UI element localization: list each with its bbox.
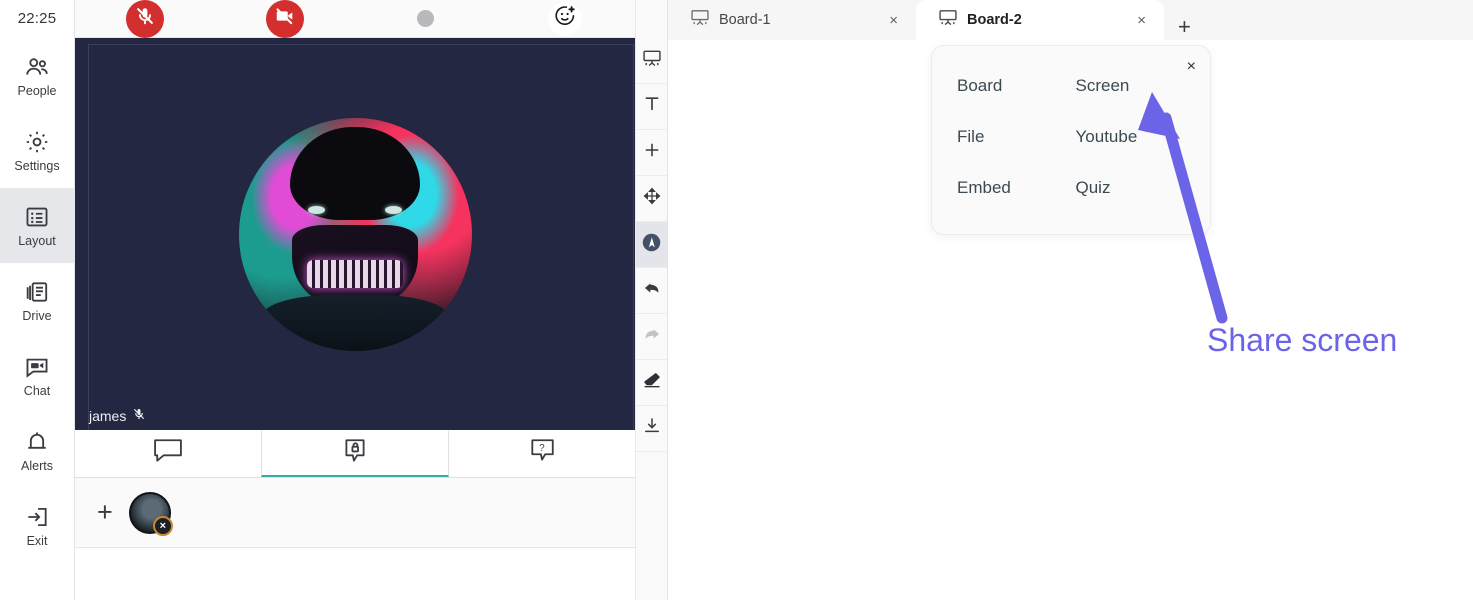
drive-icon <box>24 279 50 305</box>
download-tool[interactable] <box>636 406 667 452</box>
participants-bar: + × <box>75 478 635 548</box>
insert-content-popup: × Board Screen File Youtube Embed Quiz <box>931 45 1211 235</box>
layout-icon <box>24 204 50 230</box>
participant-name-tag: james <box>89 407 146 424</box>
pointer-tool[interactable] <box>636 222 667 268</box>
sidebar-label-drive: Drive <box>22 308 52 323</box>
call-controls-toolbar <box>75 0 635 38</box>
eraser-icon <box>642 370 662 395</box>
board-tab-bar: Board-1 × Board-2 × + <box>668 0 1473 40</box>
people-icon <box>24 54 50 80</box>
private-chat-tab[interactable] <box>261 430 449 477</box>
sidebar-item-settings[interactable]: Settings <box>0 113 75 188</box>
camera-toggle-button[interactable] <box>266 0 304 38</box>
board-tab-2-label: Board-2 <box>967 12 1022 28</box>
sidebar-label-chat: Chat <box>23 383 51 398</box>
gear-icon <box>24 129 50 155</box>
sidebar-label-exit: Exit <box>26 533 48 548</box>
insert-option-youtube[interactable]: Youtube <box>1076 127 1195 147</box>
sidebar-item-drive[interactable]: Drive <box>0 263 75 338</box>
board-tab-1-close-icon[interactable]: × <box>885 12 902 29</box>
video-stage: james <box>75 38 635 430</box>
sidebar-item-alerts[interactable]: Alerts <box>0 413 75 488</box>
text-tool[interactable] <box>636 84 667 130</box>
whiteboard-icon <box>642 49 662 72</box>
add-tool[interactable] <box>636 130 667 176</box>
download-icon <box>642 416 662 441</box>
move-arrows-icon <box>642 186 662 211</box>
sidebar-item-people[interactable]: People <box>0 38 75 113</box>
insert-option-file[interactable]: File <box>957 127 1076 147</box>
insert-option-board[interactable]: Board <box>957 76 1076 96</box>
text-t-icon <box>642 94 662 119</box>
board-tab-1-label: Board-1 <box>719 12 771 28</box>
mic-slot <box>75 0 215 38</box>
chat-bubble-icon <box>151 437 185 470</box>
left-sidebar: 22:25 People Settings Layout Drive Chat … <box>0 0 75 600</box>
board-tab-2[interactable]: Board-2 × <box>916 0 1164 40</box>
video-column-filler <box>75 548 635 600</box>
share-screen-annotation-label: Share screen <box>1207 322 1398 358</box>
sidebar-label-people: People <box>17 83 57 98</box>
whiteboard-tool[interactable] <box>636 38 667 84</box>
video-column: james ? + × <box>75 0 635 600</box>
camera-slot <box>215 0 355 38</box>
exit-icon <box>24 504 50 530</box>
add-board-tab-button[interactable]: + <box>1164 14 1205 40</box>
help-chat-tab[interactable]: ? <box>449 430 635 477</box>
chat-icon <box>24 354 50 380</box>
sidebar-label-alerts: Alerts <box>21 458 53 473</box>
camera-off-icon <box>274 5 296 32</box>
mic-off-icon <box>132 407 146 424</box>
record-dot-icon[interactable] <box>416 10 434 27</box>
chat-tab-strip: ? <box>75 430 635 478</box>
board-area: Board-1 × Board-2 × + × Board Screen Fil… <box>668 0 1473 600</box>
record-slot <box>355 10 495 27</box>
sidebar-label-layout: Layout <box>18 233 56 248</box>
emoji-add-icon <box>553 4 577 33</box>
reaction-slot <box>495 1 635 36</box>
cursor-icon <box>641 232 662 258</box>
board-tool-column <box>635 0 668 600</box>
board-tab-1[interactable]: Board-1 × <box>668 0 916 40</box>
insert-option-quiz[interactable]: Quiz <box>1076 178 1195 198</box>
participant-avatar[interactable]: × <box>128 491 173 536</box>
close-icon[interactable]: × <box>1187 59 1196 75</box>
eraser-tool[interactable] <box>636 360 667 406</box>
clock: 22:25 <box>17 10 57 27</box>
sidebar-item-layout[interactable]: Layout <box>0 188 75 263</box>
reaction-button[interactable] <box>548 1 582 36</box>
insert-option-screen[interactable]: Screen <box>1076 76 1195 96</box>
redo-arrow-icon <box>642 324 662 349</box>
bell-icon <box>24 429 50 455</box>
plus-icon <box>642 140 662 165</box>
sidebar-item-chat[interactable]: Chat <box>0 338 75 413</box>
board-canvas[interactable]: × Board Screen File Youtube Embed Quiz <box>668 40 1473 600</box>
avatar <box>238 117 472 351</box>
participant-name-label: james <box>89 407 127 424</box>
svg-text:?: ? <box>539 443 545 454</box>
public-chat-tab[interactable] <box>75 430 261 477</box>
board-tab-2-close-icon[interactable]: × <box>1133 12 1150 29</box>
mic-off-icon <box>134 5 156 32</box>
remove-participant-badge[interactable]: × <box>152 515 173 536</box>
mic-toggle-button[interactable] <box>126 0 164 38</box>
question-bubble-icon: ? <box>525 437 559 470</box>
move-tool[interactable] <box>636 176 667 222</box>
board-icon <box>938 9 958 31</box>
undo-arrow-icon <box>642 278 662 303</box>
sidebar-item-exit[interactable]: Exit <box>0 488 75 563</box>
board-icon <box>690 9 710 31</box>
undo-tool[interactable] <box>636 268 667 314</box>
insert-options-grid: Board Screen File Youtube Embed Quiz <box>957 76 1194 198</box>
sidebar-label-settings: Settings <box>14 158 60 173</box>
meeting-whiteboard-app: 22:25 People Settings Layout Drive Chat … <box>0 0 1473 600</box>
redo-tool <box>636 314 667 360</box>
insert-option-embed[interactable]: Embed <box>957 178 1076 198</box>
lock-bubble-icon <box>338 437 372 470</box>
add-participant-button[interactable]: + <box>97 499 113 526</box>
